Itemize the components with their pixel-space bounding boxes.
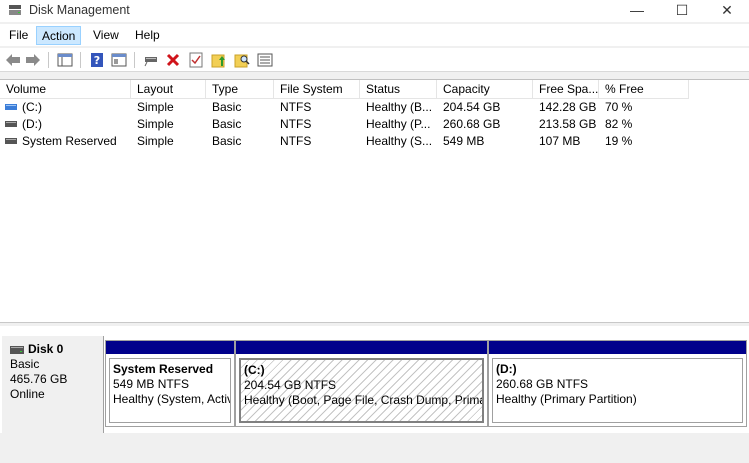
cell-layout: Simple [137, 100, 174, 114]
cell-type: Basic [212, 100, 242, 114]
close-button[interactable]: ✕ [704, 0, 749, 22]
svg-text:?: ? [94, 54, 100, 67]
cell-file-system: NTFS [280, 134, 312, 148]
table-row[interactable]: System Reserved Simple Basic NTFS Health… [0, 133, 749, 150]
partition-name: System Reserved [113, 362, 214, 376]
partition-name: (C:) [244, 363, 265, 377]
disk-management-app-icon [9, 5, 21, 15]
column-header-file-system[interactable]: File System [274, 80, 360, 99]
properties-icon[interactable] [110, 51, 128, 69]
cell-layout: Simple [137, 117, 174, 131]
disk-type: Basic [10, 357, 40, 371]
column-header-status[interactable]: Status [360, 80, 437, 99]
toolbar-separator [134, 52, 135, 68]
minimize-button[interactable]: — [614, 0, 660, 22]
menu-action[interactable]: Action [36, 26, 82, 45]
cell-percent-free: 70 % [605, 100, 633, 114]
window-title: Disk Management [29, 3, 130, 17]
cell-status: Healthy (S... [366, 134, 433, 148]
check-icon[interactable] [187, 51, 205, 69]
partition-status: Healthy (Boot, Page File, Crash Dump, Pr… [244, 393, 482, 407]
cell-layout: Simple [137, 134, 174, 148]
title-bar: Disk Management — ☐ ✕ [0, 0, 749, 22]
partition-d[interactable]: (D:) 260.68 GB NTFS Healthy (Primary Par… [488, 340, 747, 427]
cell-capacity: 549 MB [443, 134, 485, 148]
disk-state: Online [10, 387, 45, 401]
column-header-type[interactable]: Type [206, 80, 274, 99]
disk-name-row: Disk 0 [10, 342, 103, 357]
partition-body: (C:) 204.54 GB NTFS Healthy (Boot, Page … [239, 358, 484, 423]
partition-bar [106, 341, 234, 354]
partition-size: 260.68 GB NTFS [496, 377, 589, 391]
volume-list[interactable]: Volume Layout Type File System Status Ca… [0, 79, 749, 322]
table-row[interactable]: (D:) Simple Basic NTFS Healthy (P... 260… [0, 116, 749, 133]
search-folder-icon[interactable] [233, 51, 251, 69]
menu-bar: File Action View Help [0, 24, 749, 46]
menu-file[interactable]: File [4, 26, 33, 45]
disk-info-panel[interactable]: Disk 0 Basic 465.76 GB Online [2, 336, 104, 446]
list-icon[interactable] [256, 51, 274, 69]
connect-disk-icon[interactable] [142, 51, 160, 69]
folder-up-icon[interactable] [210, 51, 228, 69]
cell-free-space: 213.58 GB [539, 117, 597, 131]
disk-icon [10, 345, 24, 354]
column-header-layout[interactable]: Layout [131, 80, 206, 99]
cell-percent-free: 82 % [605, 117, 633, 131]
cell-type: Basic [212, 134, 242, 148]
cell-free-space: 142.28 GB [539, 100, 597, 114]
console-tree-icon[interactable] [56, 51, 74, 69]
partition-bar [489, 341, 746, 354]
cell-volume: (C:) [22, 100, 42, 114]
column-header-free-space[interactable]: Free Spa... [533, 80, 599, 99]
partition-status: Healthy (System, Active, Primary Partiti… [113, 392, 230, 406]
partition-status: Healthy (Primary Partition) [496, 392, 637, 406]
partition-system-reserved[interactable]: System Reserved 549 MB NTFS Healthy (Sys… [105, 340, 235, 427]
cell-free-space: 107 MB [539, 134, 581, 148]
cell-capacity: 204.54 GB [443, 100, 501, 114]
partition-c[interactable]: (C:) 204.54 GB NTFS Healthy (Boot, Page … [235, 340, 488, 427]
partition-body: (D:) 260.68 GB NTFS Healthy (Primary Par… [492, 358, 743, 423]
toolbar-separator [48, 52, 49, 68]
cell-type: Basic [212, 117, 242, 131]
column-header-capacity[interactable]: Capacity [437, 80, 533, 99]
delete-icon[interactable] [164, 51, 182, 69]
menu-view[interactable]: View [88, 26, 124, 45]
cell-status: Healthy (P... [366, 117, 431, 131]
maximize-button[interactable]: ☐ [659, 0, 705, 22]
cell-volume: (D:) [22, 117, 42, 131]
cell-volume: System Reserved [22, 134, 117, 148]
partition-size: 549 MB NTFS [113, 377, 190, 391]
help-icon[interactable]: ? [88, 51, 106, 69]
cell-file-system: NTFS [280, 117, 312, 131]
partition-bar [236, 341, 487, 354]
toolbar: ? [0, 48, 749, 72]
disk-name: Disk 0 [28, 342, 64, 356]
cell-status: Healthy (B... [366, 100, 433, 114]
cell-percent-free: 19 % [605, 134, 633, 148]
cell-file-system: NTFS [280, 100, 312, 114]
menu-help[interactable]: Help [130, 26, 165, 45]
column-header-percent-free[interactable]: % Free [599, 80, 689, 99]
partition-name: (D:) [496, 362, 517, 376]
partition-size: 204.54 GB NTFS [244, 378, 337, 392]
cell-capacity: 260.68 GB [443, 117, 501, 131]
forward-icon[interactable] [24, 51, 42, 69]
status-area [0, 433, 749, 463]
disk-size: 465.76 GB [10, 372, 68, 386]
partition-body: System Reserved 549 MB NTFS Healthy (Sys… [109, 358, 231, 423]
toolbar-separator [80, 52, 81, 68]
column-header-volume[interactable]: Volume [0, 80, 131, 99]
table-row[interactable]: (C:) Simple Basic NTFS Healthy (B... 204… [0, 99, 749, 116]
back-icon[interactable] [4, 51, 22, 69]
